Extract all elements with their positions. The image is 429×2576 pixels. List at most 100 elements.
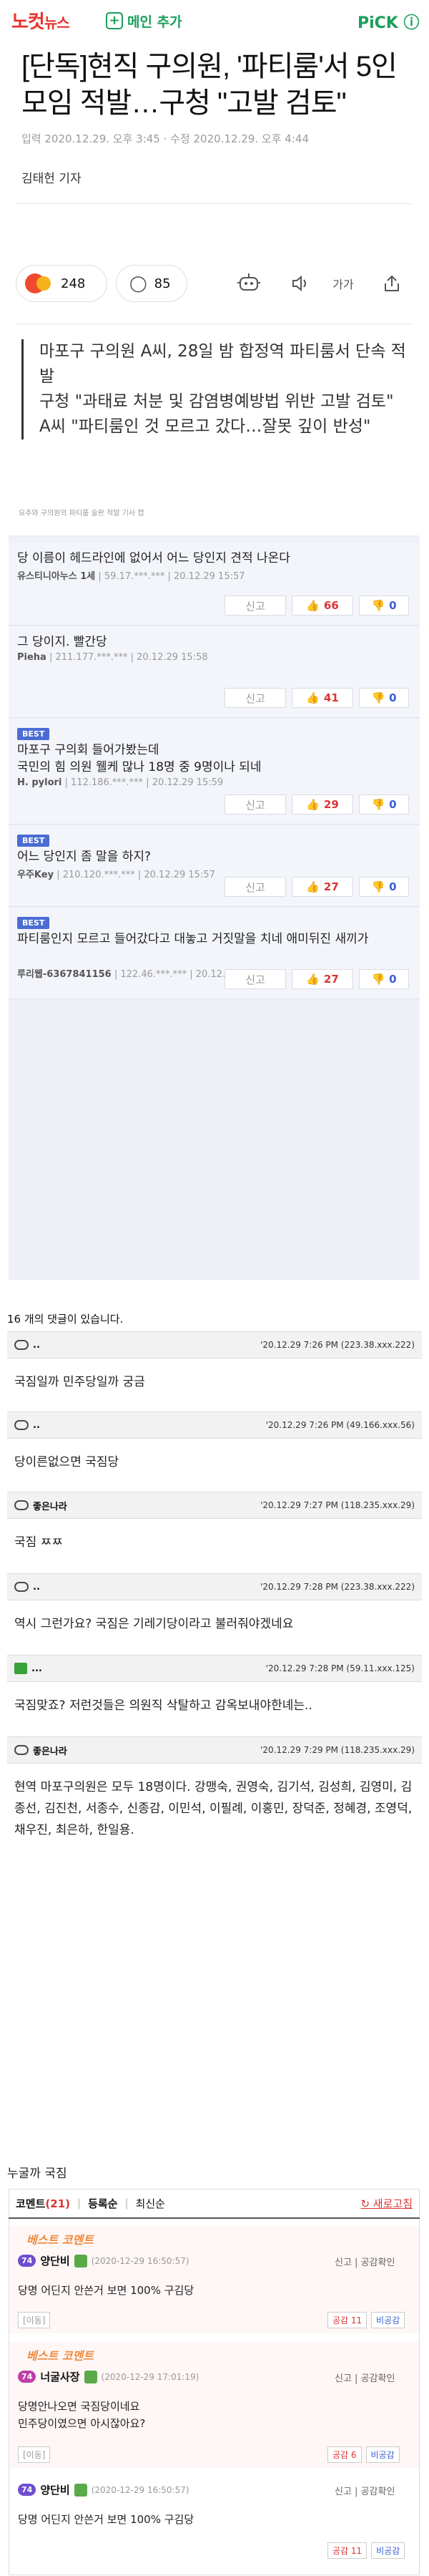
best-comment-label: 베스트 코멘트 <box>26 2233 94 2247</box>
widget-nick[interactable]: 양단비 <box>40 2253 69 2268</box>
grade-icon <box>74 2254 87 2268</box>
best-comment-label: 베스트 코멘트 <box>26 2349 94 2363</box>
bot-icon[interactable] <box>236 271 262 296</box>
font-size-icon[interactable]: 가가 <box>330 271 356 296</box>
dc-nick[interactable]: 좋은나라 <box>33 1744 67 1757</box>
report-button[interactable]: 신고 <box>225 969 286 989</box>
speaker-icon[interactable] <box>287 271 313 296</box>
article-author[interactable]: 김태헌 기자 <box>21 168 82 186</box>
thumbs-up-icon: 👍 <box>306 798 320 811</box>
level-badge: 74 <box>18 2371 36 2383</box>
comment-user[interactable]: H. pylori <box>17 777 61 788</box>
dc-time: '20.12.29 7:26 PM (223.38.xxx.222) <box>260 1340 415 1350</box>
move-button[interactable]: [이동] <box>18 2312 51 2328</box>
summary-line: 구청 "과태료 처분 및 감염병예방법 위반 고발 검토" <box>39 392 394 411</box>
report-links[interactable]: 신고 | 공감확인 <box>335 2484 395 2497</box>
upvote-button[interactable]: 👍 66 <box>292 596 353 616</box>
comment-user[interactable]: 유스티니아누스 1세 <box>17 571 95 582</box>
dc-nick[interactable]: .. <box>33 1420 40 1431</box>
best-tag: BEST <box>17 835 50 847</box>
refresh-button[interactable]: ↻ 새로고침 <box>360 2196 413 2211</box>
reaction-button[interactable]: 248 <box>16 265 107 302</box>
article-summary: 마포구 구의원 A씨, 28일 밤 합정역 파티룸서 단속 적발 구청 "과태료… <box>21 339 415 439</box>
dc-comment-text: 현역 마포구의원은 모두 18명이다. 강맹숙, 권영숙, 김기석, 김성희, … <box>14 1780 413 1837</box>
dc-time: '20.12.29 7:26 PM (49.166.xxx.56) <box>265 1420 415 1430</box>
dc-comment-text: 국짐일까 민주당일까 궁금 <box>14 1375 145 1389</box>
dc-nick[interactable]: .. <box>33 1582 40 1593</box>
report-links[interactable]: 신고 | 공감확인 <box>335 2255 395 2268</box>
widget-comment-text: 당명 어딘지 안쓴거 보면 100% 구김당 <box>18 2513 194 2526</box>
upvote-button[interactable]: 👍 27 <box>292 969 353 989</box>
dislike-button[interactable]: 비공감 <box>371 2542 405 2559</box>
reaction-count: 248 <box>61 276 86 291</box>
dislike-button[interactable]: 비공감 <box>365 2446 400 2463</box>
dc-comment-row: .. '20.12.29 7:26 PM (49.166.xxx.56) 당이른… <box>7 1411 422 1486</box>
share-icon[interactable] <box>379 271 405 296</box>
like-button[interactable]: 공감 11 <box>327 2312 368 2328</box>
plus-icon: + <box>106 12 123 29</box>
dc-comment-text: 당이른없으면 국짐당 <box>14 1455 119 1469</box>
downvote-button[interactable]: 👎 0 <box>359 877 409 897</box>
dc-nick[interactable]: ... <box>31 1663 42 1674</box>
report-button[interactable]: 신고 <box>225 794 286 815</box>
thumbs-up-icon: 👍 <box>306 691 320 704</box>
info-icon: ⓘ <box>403 14 420 32</box>
widget-comment-text: 당명 어딘지 안쓴거 보면 100% 구김당 <box>18 2284 194 2297</box>
upvote-button[interactable]: 👍 29 <box>292 794 353 815</box>
widget-nick[interactable]: 양단비 <box>40 2482 69 2497</box>
comment-user[interactable]: 우주Key <box>17 870 54 880</box>
pick-badge[interactable]: PiCK ⓘ <box>358 10 420 33</box>
dc-comment-text: 국짐맞죠? 저런것들은 의원직 삭탈하고 감옥보내야한녜는.. <box>14 1698 312 1713</box>
comment-meta: | 210.120.***.*** | 20.12.29 15:57 <box>54 870 215 880</box>
dc-time: '20.12.29 7:29 PM (118.235.xxx.29) <box>260 1745 415 1755</box>
dislike-button[interactable]: 비공감 <box>371 2312 405 2328</box>
after-text: 누굴까 국짐 <box>7 2167 67 2181</box>
comment-text: 당 이름이 헤드라인에 없어서 어느 당인지 견적 나온다 <box>17 551 290 565</box>
widget-date: (2020-12-29 16:50:57) <box>91 2484 189 2495</box>
report-button[interactable]: 신고 <box>225 688 286 708</box>
upvote-button[interactable]: 👍 27 <box>292 877 353 897</box>
downvote-button[interactable]: 👎 0 <box>359 794 409 815</box>
thumbs-down-icon: 👎 <box>371 798 385 811</box>
downvote-button[interactable]: 👎 0 <box>359 688 409 708</box>
comment-text: 파티룸인지 모르고 들어갔다고 대놓고 거짓말을 치네 애미뒤진 새끼가 <box>17 932 369 946</box>
widget-comment: 베스트 코멘트 74 너굴사장 (2020-12-29 17:01:19) 신고… <box>9 2342 419 2468</box>
thumbs-down-icon: 👎 <box>371 599 385 612</box>
widget-date: (2020-12-29 17:01:19) <box>101 2371 199 2382</box>
thumbs-down-icon: 👎 <box>371 973 385 986</box>
best-tag: BEST <box>17 917 50 929</box>
comment-button[interactable]: ◯ 85 <box>116 265 187 302</box>
dc-comment-header: .. '20.12.29 7:28 PM (223.38.xxx.222) <box>7 1573 422 1600</box>
best-comment: BEST 파티룸인지 모르고 들어갔다고 대놓고 거짓말을 치네 애미뒤진 새끼가… <box>9 908 420 999</box>
comment-user[interactable]: Pieha <box>17 652 46 663</box>
write-icon <box>14 1663 27 1674</box>
report-button[interactable]: 신고 <box>225 596 286 616</box>
like-button[interactable]: 공감 11 <box>327 2542 368 2559</box>
report-button[interactable]: 신고 <box>225 877 286 897</box>
comment-bubble-icon <box>14 1745 29 1755</box>
dc-nick[interactable]: .. <box>33 1340 40 1351</box>
dc-comment-row: .. '20.12.29 7:28 PM (223.38.xxx.222) 역시… <box>7 1573 422 1648</box>
dc-comment-text: 역시 그런가요? 국짐은 기레기당이라고 불러줘야겠네요 <box>14 1617 294 1631</box>
sort-register[interactable]: 등록순 <box>88 2196 117 2211</box>
downvote-button[interactable]: 👎 0 <box>359 596 409 616</box>
sort-latest[interactable]: 최신순 <box>136 2196 165 2211</box>
best-tag: BEST <box>17 728 50 740</box>
downvote-button[interactable]: 👎 0 <box>359 969 409 989</box>
move-button[interactable]: [이동] <box>18 2446 51 2463</box>
dc-time: '20.12.29 7:28 PM (59.11.xxx.125) <box>265 1663 415 1673</box>
grade-icon <box>84 2370 97 2383</box>
tab-comment[interactable]: 코멘트(21) <box>16 2196 70 2211</box>
comment-bubble-icon <box>14 1340 29 1350</box>
comment-user[interactable]: 루리웹-6367841156 <box>17 969 112 980</box>
brand-logo[interactable]: 노컷뉴스 <box>11 7 70 34</box>
grade-icon <box>74 2483 87 2497</box>
like-button[interactable]: 공감 6 <box>327 2446 362 2463</box>
widget-nick[interactable]: 너굴사장 <box>40 2369 79 2384</box>
main-add-button[interactable]: + 메인 추가 <box>106 10 182 31</box>
widget-comment: 74 양단비 (2020-12-29 16:50:57) 신고 | 공감확인 당명… <box>9 2478 419 2564</box>
report-links[interactable]: 신고 | 공감확인 <box>335 2371 395 2384</box>
dc-comment-row: 좋은나라 '20.12.29 7:29 PM (118.235.xxx.29) … <box>7 1736 422 1854</box>
upvote-button[interactable]: 👍 41 <box>292 688 353 708</box>
dc-nick[interactable]: 좋은나라 <box>33 1499 67 1512</box>
